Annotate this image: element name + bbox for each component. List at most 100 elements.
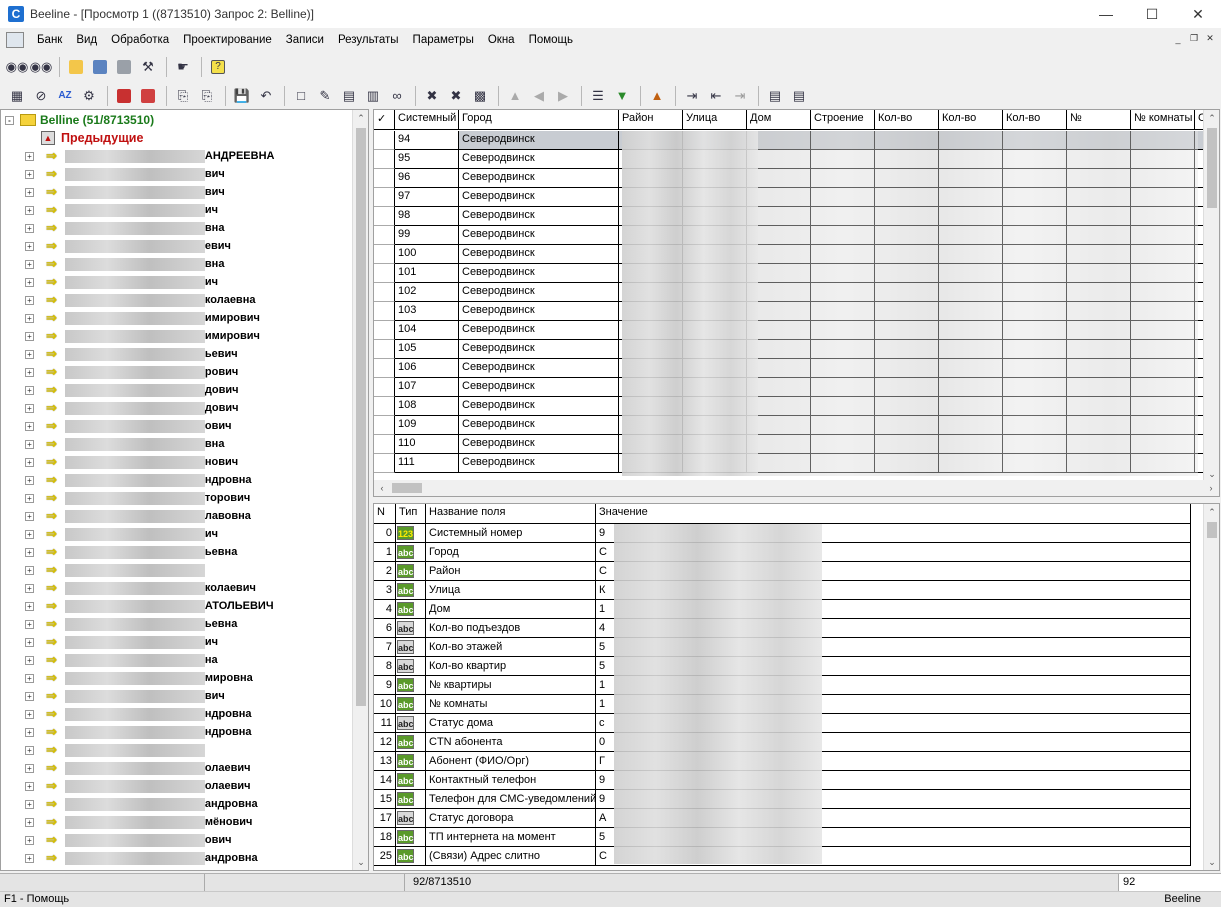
fields-vertical-scrollbar[interactable]: ⌃ ⌄	[1203, 504, 1219, 870]
fields-scroll-thumb[interactable]	[1207, 522, 1217, 538]
menu-results[interactable]: Результаты	[331, 34, 406, 46]
cell-city[interactable]: Северодвинск	[459, 397, 619, 416]
move-end-icon[interactable]: ⇥	[729, 85, 751, 107]
fields-column-header[interactable]: N	[374, 504, 396, 524]
expand-icon[interactable]: +	[25, 673, 34, 683]
expand-icon[interactable]: +	[25, 745, 34, 755]
cell-system-id[interactable]: 106	[395, 359, 459, 378]
expand-icon[interactable]: +	[25, 547, 34, 557]
cell-city[interactable]: Северодвинск	[459, 226, 619, 245]
group-icon[interactable]: ▩	[469, 85, 491, 107]
tree-node[interactable]: + ⇒ вич	[25, 687, 355, 705]
expand-icon[interactable]: +	[25, 583, 34, 593]
tree-node[interactable]: + ⇒ ич	[25, 633, 355, 651]
tree-node[interactable]: + ⇒	[25, 561, 355, 579]
tree-node[interactable]: + ⇒ ьевна	[25, 615, 355, 633]
cell-city[interactable]: Северодвинск	[459, 359, 619, 378]
tree-node[interactable]: + ⇒ дович	[25, 399, 355, 417]
cell-city[interactable]: Северодвинск	[459, 340, 619, 359]
expand-icon[interactable]: +	[25, 799, 34, 809]
document-menu-icon[interactable]	[6, 32, 24, 48]
cell-system-id[interactable]: 95	[395, 150, 459, 169]
expand-icon[interactable]: +	[25, 367, 34, 377]
tree-node[interactable]: + ⇒ вич	[25, 183, 355, 201]
filter-icon[interactable]: ▼	[611, 85, 633, 107]
tree-node[interactable]: + ⇒ ович	[25, 417, 355, 435]
tree-scroll-thumb[interactable]	[356, 128, 366, 706]
cell-system-id[interactable]: 102	[395, 283, 459, 302]
records-vertical-scrollbar[interactable]: ⌃ ⌄	[1203, 110, 1219, 482]
cell-system-id[interactable]: 96	[395, 169, 459, 188]
tree-node[interactable]: + ⇒ имирович	[25, 327, 355, 345]
expand-icon[interactable]: +	[25, 349, 34, 359]
expand-icon[interactable]: +	[25, 763, 34, 773]
edit-record-icon[interactable]: ✎	[314, 85, 336, 107]
run-icon[interactable]: ☛	[172, 56, 194, 78]
menu-windows[interactable]: Окна	[481, 34, 522, 46]
expand-icon[interactable]: +	[25, 331, 34, 341]
properties-icon[interactable]: ☰	[587, 85, 609, 107]
export-doc2-icon[interactable]: ▤	[788, 85, 810, 107]
tree-node[interactable]: + ⇒ торович	[25, 489, 355, 507]
tree-node[interactable]: + ⇒ нович	[25, 453, 355, 471]
current-record[interactable]: 92	[1119, 874, 1221, 892]
database-icon[interactable]	[113, 56, 135, 78]
delete-icon[interactable]: ✖	[421, 85, 443, 107]
mdi-restore-button[interactable]: ❐	[1187, 32, 1201, 45]
tree-node[interactable]: + ⇒ мёнович	[25, 813, 355, 831]
cell-system-id[interactable]: 109	[395, 416, 459, 435]
arrow-left-icon[interactable]: ◀	[528, 85, 550, 107]
tree-node[interactable]: + ⇒ рович	[25, 363, 355, 381]
minimize-button[interactable]: —	[1083, 0, 1129, 28]
column-header[interactable]: Кол-во	[939, 110, 1003, 130]
cell-city[interactable]: Северодвинск	[459, 283, 619, 302]
report-icon[interactable]	[89, 56, 111, 78]
export-red-icon[interactable]	[113, 85, 135, 107]
cell-system-id[interactable]: 100	[395, 245, 459, 264]
tree-node[interactable]: + ⇒ ндровна	[25, 471, 355, 489]
cell-city[interactable]: Северодвинск	[459, 245, 619, 264]
save-icon[interactable]: 💾	[231, 85, 253, 107]
tree-node[interactable]: + ⇒ вна	[25, 255, 355, 273]
expand-icon[interactable]: +	[25, 277, 34, 287]
expand-icon[interactable]: +	[25, 259, 34, 269]
tree-node[interactable]: + ⇒ АТОЛЬЕВИЧ	[25, 597, 355, 615]
cell-city[interactable]: Северодвинск	[459, 188, 619, 207]
cell-system-id[interactable]: 105	[395, 340, 459, 359]
records-scroll-thumb[interactable]	[1207, 128, 1217, 208]
column-header[interactable]: № комнаты	[1131, 110, 1195, 130]
move-left-icon[interactable]: ⇤	[705, 85, 727, 107]
expand-icon[interactable]: +	[25, 313, 34, 323]
tree-node[interactable]: + ⇒ ьевич	[25, 345, 355, 363]
expand-icon[interactable]: +	[25, 655, 34, 665]
menu-bank[interactable]: Банк	[30, 34, 69, 46]
sort-az-icon[interactable]: AZ	[54, 85, 76, 107]
column-header[interactable]: Кол-во	[875, 110, 939, 130]
export-doc-icon[interactable]: ▤	[764, 85, 786, 107]
expand-icon[interactable]: +	[25, 709, 34, 719]
tree-tool-icon[interactable]: ▦	[6, 85, 28, 107]
menu-processing[interactable]: Обработка	[104, 34, 176, 46]
records-horizontal-scrollbar[interactable]: ‹ ›	[374, 480, 1219, 496]
hierarchy-icon[interactable]: ▲	[646, 85, 668, 107]
cell-city[interactable]: Северодвинск	[459, 378, 619, 397]
cell-city[interactable]: Северодвинск	[459, 150, 619, 169]
tree-node[interactable]: + ⇒ колаевна	[25, 291, 355, 309]
cell-system-id[interactable]: 97	[395, 188, 459, 207]
column-header[interactable]: Район	[619, 110, 683, 130]
expand-icon[interactable]: +	[25, 151, 34, 161]
expand-icon[interactable]: +	[25, 637, 34, 647]
expand-icon[interactable]: +	[25, 529, 34, 539]
tree-node[interactable]: + ⇒ олаевич	[25, 759, 355, 777]
menu-records[interactable]: Записи	[279, 34, 331, 46]
tree-node[interactable]: + ⇒ андровна	[25, 795, 355, 813]
tree-node[interactable]: + ⇒ мировна	[25, 669, 355, 687]
menu-design[interactable]: Проектирование	[176, 34, 279, 46]
column-header[interactable]: Улица	[683, 110, 747, 130]
cell-system-id[interactable]: 94	[395, 131, 459, 150]
expand-icon[interactable]: +	[25, 691, 34, 701]
link-icon[interactable]: ∞	[386, 85, 408, 107]
binoculars-icon[interactable]: ◉◉	[6, 56, 29, 78]
cell-city[interactable]: Северодвинск	[459, 207, 619, 226]
column-header[interactable]: Кол-во	[1003, 110, 1067, 130]
